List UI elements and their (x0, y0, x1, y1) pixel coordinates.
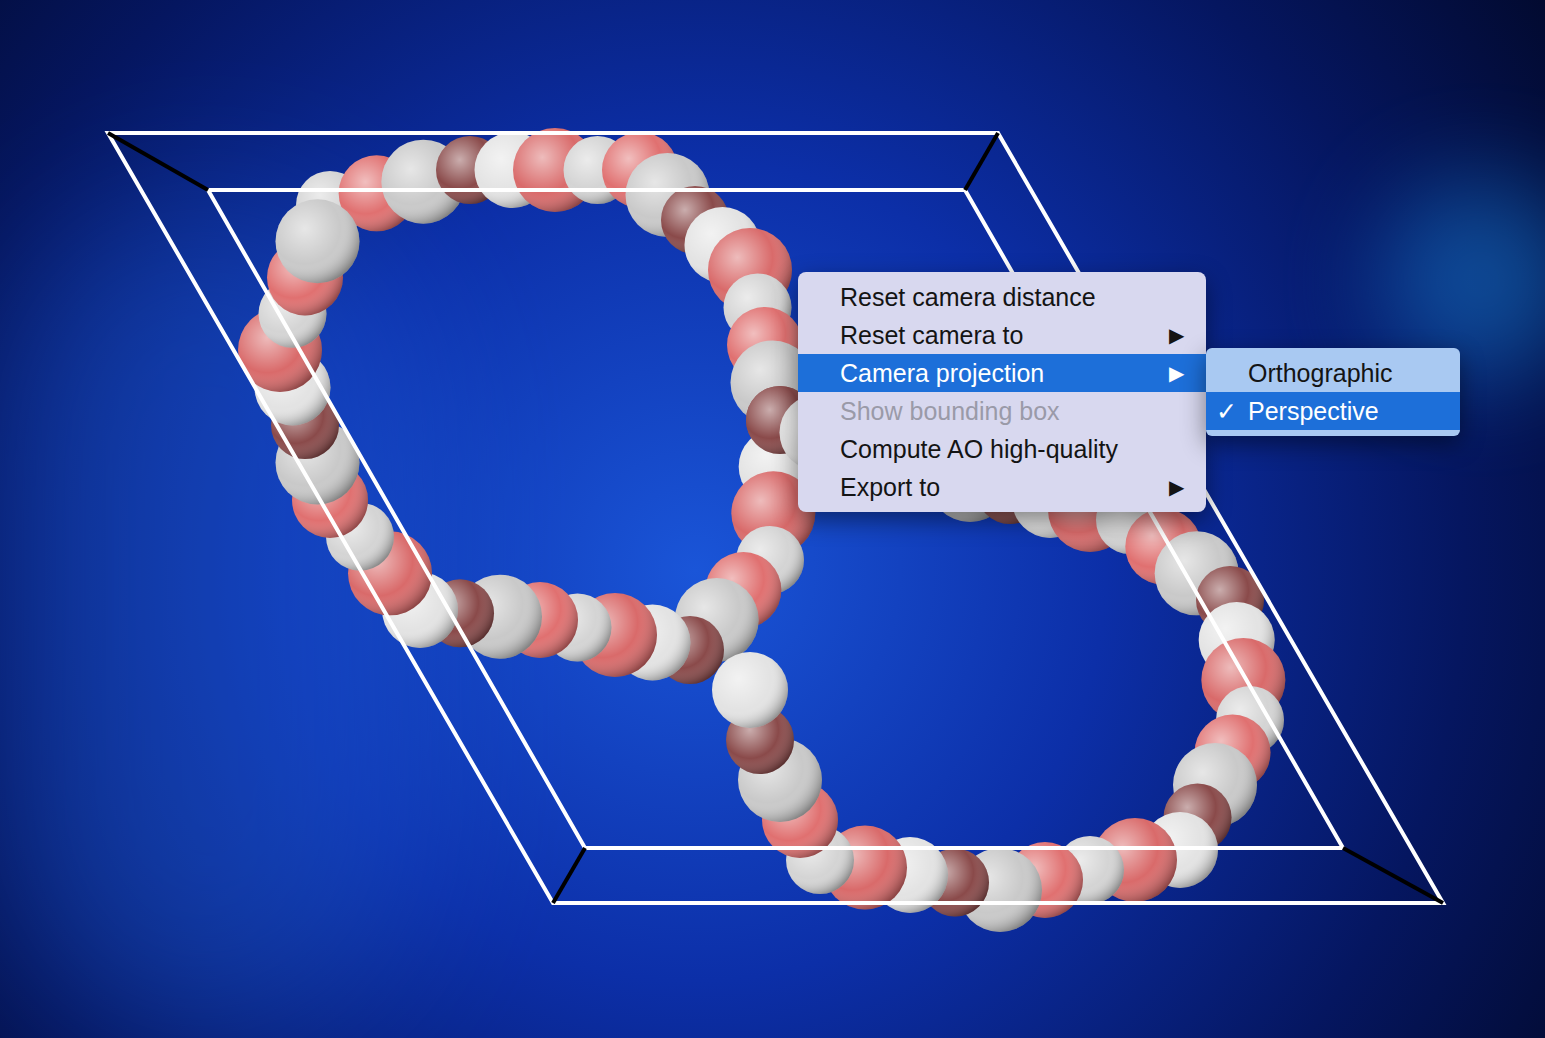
submenu-item[interactable]: Orthographic (1206, 354, 1460, 392)
unit-cell-icon (108, 133, 1443, 903)
menu-item[interactable]: Reset camera to▶ (798, 316, 1206, 354)
menu-item: Show bounding box (798, 392, 1206, 430)
submenu-arrow-icon: ▶ (1169, 320, 1184, 350)
submenu: Orthographic✓Perspective (1206, 348, 1460, 436)
structure-view[interactable] (0, 0, 1545, 1038)
submenu-item[interactable]: ✓Perspective (1206, 392, 1460, 430)
menu-item[interactable]: Reset camera distance (798, 278, 1206, 316)
context-menu: Reset camera distanceReset camera to▶Cam… (798, 272, 1206, 512)
check-icon: ✓ (1216, 396, 1248, 426)
submenu-arrow-icon: ▶ (1169, 358, 1184, 388)
menu-item[interactable]: Compute AO high-quality (798, 430, 1206, 468)
menu-item[interactable]: Export to▶ (798, 468, 1206, 506)
molecule-icon (238, 128, 1285, 932)
glow (0, 200, 420, 1038)
menu-item[interactable]: Camera projection▶ (798, 354, 1206, 392)
app-window: Reset camera distanceReset camera to▶Cam… (0, 0, 1545, 1038)
submenu-arrow-icon: ▶ (1169, 472, 1184, 502)
